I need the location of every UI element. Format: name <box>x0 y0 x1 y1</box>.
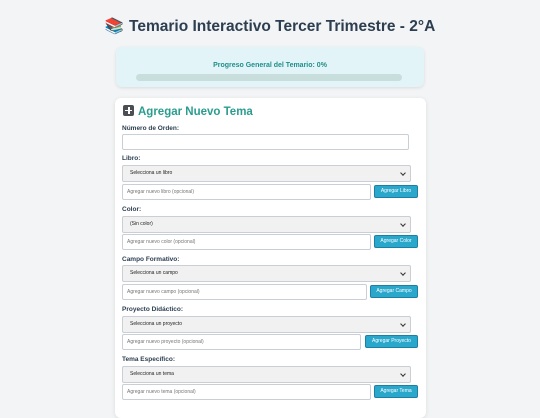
libro-select-value: Selecciona un libro <box>130 170 173 176</box>
add-libro-button[interactable]: Agregar Libro <box>374 185 418 198</box>
section-title-text: Agregar Nuevo Tema <box>138 106 253 118</box>
tema-select[interactable]: Selecciona un tema <box>122 366 411 383</box>
color-select[interactable]: (Sin color) <box>122 216 411 233</box>
chevron-down-icon <box>400 321 406 327</box>
proyecto-select[interactable]: Selecciona un proyecto <box>122 316 411 333</box>
order-input[interactable] <box>122 134 409 150</box>
plus-icon <box>123 105 134 116</box>
proyecto-label: Proyecto Didáctico: <box>122 306 184 313</box>
libro-select[interactable]: Selecciona un libro <box>122 165 411 182</box>
color-select-value: (Sin color) <box>130 221 153 227</box>
proyecto-select-value: Selecciona un proyecto <box>130 321 182 327</box>
add-tema-button[interactable]: Agregar Tema <box>374 385 418 398</box>
section-title: Agregar Nuevo Tema <box>123 105 253 118</box>
tema-select-value: Selecciona un tema <box>130 371 174 377</box>
libro-add-input[interactable]: Agregar nuevo libro (opcional) <box>122 184 371 200</box>
page-title: 📚 Temario Interactivo Tercer Trimestre - … <box>0 17 540 36</box>
tema-label: Tema Específico: <box>122 356 175 363</box>
color-label: Color: <box>122 206 142 213</box>
campo-select[interactable]: Selecciona un campo <box>122 265 411 282</box>
order-label: Número de Orden: <box>122 125 180 132</box>
progress-label: Progreso General del Temario: 0% <box>213 62 327 69</box>
page-title-text: Temario Interactivo Tercer Trimestre - 2… <box>129 18 436 35</box>
campo-select-value: Selecciona un campo <box>130 270 178 276</box>
chevron-down-icon <box>400 371 406 377</box>
books-icon: 📚 <box>104 18 125 35</box>
add-proyecto-button[interactable]: Agregar Proyecto <box>365 335 418 348</box>
chevron-down-icon <box>400 170 406 176</box>
proyecto-add-input[interactable]: Agregar nuevo proyecto (opcional) <box>122 334 361 350</box>
add-color-button[interactable]: Agregar Color <box>374 235 418 248</box>
chevron-down-icon <box>400 221 406 227</box>
campo-add-placeholder: Agregar nuevo campo (opcional) <box>127 289 200 295</box>
tema-add-placeholder: Agregar nuevo tema (opcional) <box>127 389 196 395</box>
chevron-down-icon <box>400 270 406 276</box>
add-campo-button[interactable]: Agregar Campo <box>370 285 418 298</box>
libro-add-placeholder: Agregar nuevo libro (opcional) <box>127 189 194 195</box>
progress-panel: Progreso General del Temario: 0% <box>116 47 424 87</box>
progress-bar <box>136 74 402 81</box>
libro-label: Libro: <box>122 155 141 162</box>
tema-add-input[interactable]: Agregar nuevo tema (opcional) <box>122 384 371 400</box>
color-add-input[interactable]: Agregar nuevo color (opcional) <box>122 234 371 250</box>
proyecto-add-placeholder: Agregar nuevo proyecto (opcional) <box>127 339 204 345</box>
campo-label: Campo Formativo: <box>122 256 180 263</box>
campo-add-input[interactable]: Agregar nuevo campo (opcional) <box>122 284 367 300</box>
add-topic-form: Agregar Nuevo Tema Número de Orden: Libr… <box>115 98 426 418</box>
color-add-placeholder: Agregar nuevo color (opcional) <box>127 239 196 245</box>
